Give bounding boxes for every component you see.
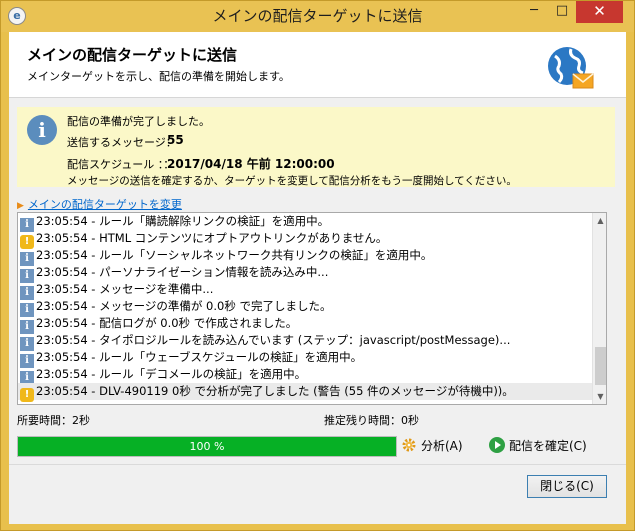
dialog-client: メインの配信ターゲットに送信 メインターゲットを示し、配信の準備を開始します。 …: [9, 32, 626, 524]
schedule-label: 配信スケジュール ：：: [67, 158, 175, 171]
messages-label: 送信するメッセージ：: [67, 136, 177, 149]
log-row[interactable]: i 23:05:54 - ルール「デコメールの検証」を適用中。: [18, 366, 592, 385]
log-text: 23:05:54 - メッセージを準備中...: [36, 282, 214, 296]
dialog-window: e メインの配信ターゲットに送信 ─ □ ✕ メインの配信ターゲットに送信 メイ…: [0, 0, 635, 531]
play-icon: [489, 437, 505, 453]
log-row[interactable]: i 23:05:54 - ルール「ウェーブスケジュールの検証」を適用中。: [18, 349, 592, 368]
header-title: メインの配信ターゲットに送信: [27, 46, 238, 64]
scroll-up-icon[interactable]: ▲: [593, 213, 606, 228]
log-row[interactable]: i 23:05:54 - ルール「購読解除リンクの検証」を適用中。: [18, 213, 592, 232]
log-list[interactable]: i 23:05:54 - ルール「購読解除リンクの検証」を適用中。! 23:05:5…: [17, 212, 607, 405]
log-row[interactable]: ! 23:05:54 - HTML コンテンツにオプトアウトリンクがありません。: [18, 230, 592, 249]
log-text: 23:05:54 - ルール「デコメールの検証」を適用中。: [36, 367, 307, 381]
change-target-link[interactable]: ▶ メインの配信ターゲットを変更: [17, 196, 182, 212]
footer-divider: [9, 464, 626, 465]
log-text: 23:05:54 - メッセージの準備が 0.0秒 で完了しました。: [36, 299, 332, 313]
log-text: 23:05:54 - ルール「購読解除リンクの検証」を適用中。: [36, 214, 330, 228]
log-text: 23:05:54 - 配信ログが 0.0秒 で作成されました。: [36, 316, 298, 330]
log-row[interactable]: ! 23:05:54 - DLV-490119 0秒 で分析が完了しました (警告…: [18, 383, 592, 402]
log-entries: i 23:05:54 - ルール「購読解除リンクの検証」を適用中。! 23:05:5…: [18, 213, 592, 402]
close-window-button[interactable]: ✕: [576, 1, 623, 23]
maximize-button[interactable]: □: [548, 1, 576, 23]
log-row[interactable]: i 23:05:54 - タイポロジルールを読み込んでいます (ステップ：java…: [18, 332, 592, 351]
log-text: 23:05:54 - HTML コンテンツにオプトアウトリンクがありません。: [36, 231, 388, 245]
progress-bar: 100 %: [17, 436, 397, 457]
log-row[interactable]: i 23:05:54 - パーソナライゼーション情報を読み込み中...: [18, 264, 592, 283]
minimize-button[interactable]: ─: [520, 1, 548, 23]
log-text: 23:05:54 - ルール「ソーシャルネットワーク共有リンクの検証」を適用中。: [36, 248, 433, 262]
log-text: 23:05:54 - ルール「ウェーブスケジュールの検証」を適用中。: [36, 350, 363, 364]
info-note: メッセージの送信を確定するか、ターゲットを変更して配信分析をもう一度開始してくだ…: [67, 175, 517, 187]
confirm-label: 配信を確定(C): [509, 439, 587, 453]
log-scrollbar[interactable]: ▲ ▼: [592, 213, 606, 404]
scroll-thumb[interactable]: [595, 347, 606, 385]
info-icon: i: [27, 115, 57, 145]
log-text: 23:05:54 - パーソナライゼーション情報を読み込み中...: [36, 265, 329, 279]
log-text: 23:05:54 - DLV-490119 0秒 で分析が完了しました (警告 …: [36, 384, 514, 398]
close-button[interactable]: 閉じる(C): [527, 475, 607, 498]
status-text: 配信の準備が完了しました。: [67, 115, 210, 128]
elapsed-time: 所要時間：2秒: [17, 414, 90, 427]
analyze-button[interactable]: 分析(A): [401, 436, 463, 457]
log-row[interactable]: i 23:05:54 - 配信ログが 0.0秒 で作成されました。: [18, 315, 592, 334]
gear-icon: [402, 438, 416, 452]
remaining-time: 推定残り時間：0秒: [324, 414, 419, 427]
schedule-value: 2017/04/18 午前 12:00:00: [167, 157, 335, 171]
dialog-header: メインの配信ターゲットに送信 メインターゲットを示し、配信の準備を開始します。: [9, 32, 626, 98]
globe-mail-icon: [548, 47, 594, 89]
log-row[interactable]: i 23:05:54 - ルール「ソーシャルネットワーク共有リンクの検証」を適用中…: [18, 247, 592, 266]
warning-icon: !: [20, 388, 34, 402]
info-panel: i 配信の準備が完了しました。 送信するメッセージ： 55 配信スケジュール ：…: [17, 107, 615, 187]
log-text: 23:05:54 - タイポロジルールを読み込んでいます (ステップ：javas…: [36, 333, 511, 347]
header-subtitle: メインターゲットを示し、配信の準備を開始します。: [27, 70, 290, 83]
scroll-down-icon[interactable]: ▼: [593, 389, 606, 404]
title-bar[interactable]: e メインの配信ターゲットに送信 ─ □ ✕: [1, 1, 634, 32]
log-row[interactable]: i 23:05:54 - メッセージを準備中...: [18, 281, 592, 300]
analyze-label: 分析(A): [421, 439, 463, 453]
arrow-right-icon: ▶: [17, 201, 24, 211]
progress-label: 100 %: [189, 440, 225, 453]
log-row[interactable]: i 23:05:54 - メッセージの準備が 0.0秒 で完了しました。: [18, 298, 592, 317]
change-target-label: メインの配信ターゲットを変更: [27, 198, 182, 211]
confirm-delivery-button[interactable]: 配信を確定(C): [489, 436, 587, 457]
messages-value: 55: [167, 133, 184, 147]
